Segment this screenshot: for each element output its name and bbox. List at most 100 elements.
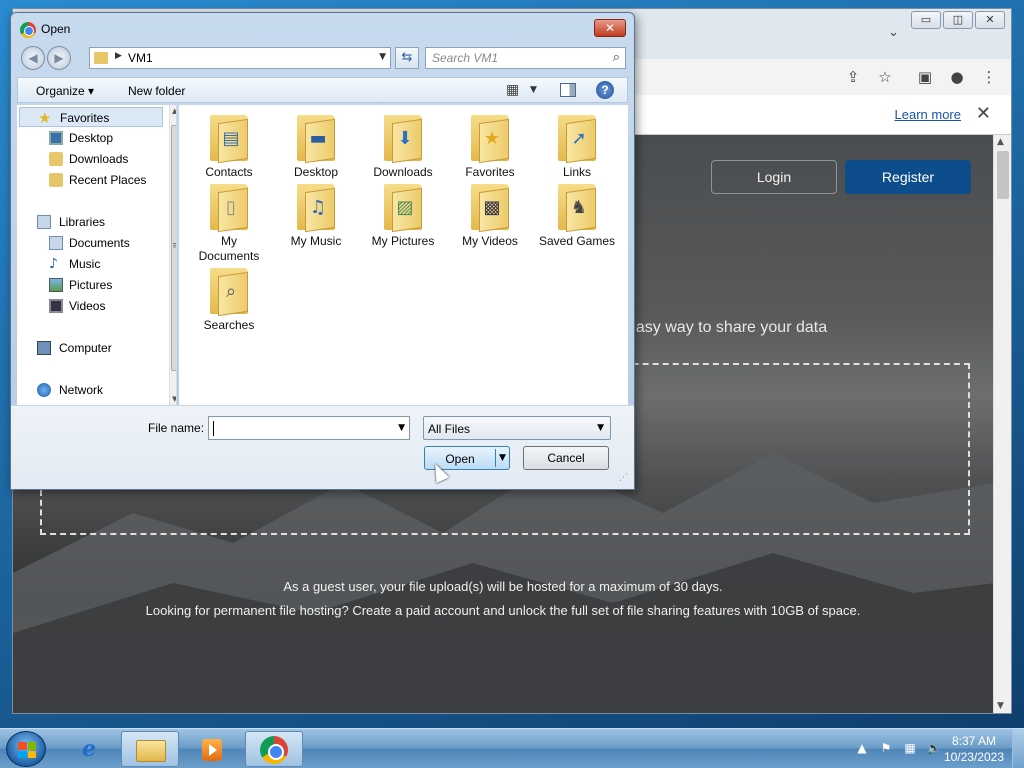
nav-scroll-up-icon[interactable]: ▲ [172, 107, 176, 115]
file-explorer-icon [136, 740, 166, 762]
forward-arrow-icon[interactable]: ▶ [47, 46, 71, 70]
nav-documents[interactable]: Documents [17, 233, 161, 253]
file-type-dropdown-icon[interactable]: ▼ [597, 423, 604, 433]
internet-explorer-icon: e [82, 736, 96, 762]
nav-recent-places[interactable]: Recent Places [17, 170, 161, 190]
refresh-icon[interactable]: ⇆ [395, 47, 419, 69]
file-item[interactable]: ▩ My Videos [450, 184, 530, 249]
register-button[interactable]: Register [845, 160, 971, 194]
nav-libraries[interactable]: Libraries [17, 212, 161, 232]
desktop-folder-icon: ▬ [297, 115, 335, 164]
profile-icon[interactable]: ● [947, 67, 967, 87]
windows-logo-icon [18, 742, 36, 758]
share-icon[interactable]: ⇪ [843, 67, 863, 87]
nav-downloads[interactable]: Downloads [17, 149, 161, 169]
nav-favorites[interactable]: ★ Favorites [19, 107, 163, 127]
resize-grip-icon[interactable]: ⋰ [619, 473, 628, 483]
nav-computer[interactable]: Computer [17, 338, 161, 358]
scroll-up-icon[interactable]: ▲ [997, 137, 1004, 147]
help-icon[interactable]: ? [596, 81, 614, 99]
taskbar-chrome[interactable] [245, 731, 303, 767]
file-item[interactable]: ▨ My Pictures [363, 184, 443, 249]
close-window-button[interactable]: ✕ [975, 11, 1005, 29]
breadcrumb-chevron-icon[interactable]: ▶ [115, 51, 122, 61]
file-item[interactable]: ▤ Contacts [189, 115, 269, 180]
page-scrollbar[interactable]: ▲ ▼ [993, 135, 1011, 713]
preview-pane-icon[interactable] [560, 83, 576, 97]
nav-videos[interactable]: Videos [17, 296, 161, 316]
nav-desktop-label: Desktop [69, 131, 114, 145]
videos-folder-icon: ▩ [471, 184, 509, 233]
navigation-pane: ★ Favorites Desktop Downloads Recent Pla… [17, 105, 177, 405]
action-center-icon[interactable]: ⚑ [878, 741, 894, 755]
file-item-label: Searches [203, 318, 255, 332]
file-item[interactable]: ⬇ Downloads [363, 115, 443, 180]
scroll-down-icon[interactable]: ▼ [997, 701, 1004, 711]
nav-music[interactable]: ♪ Music [17, 254, 161, 274]
documents-icon [49, 236, 63, 250]
taskbar-file-explorer[interactable] [121, 731, 179, 767]
address-dropdown-icon[interactable]: ▼ [379, 52, 386, 62]
file-name-input[interactable] [209, 417, 389, 439]
search-box[interactable]: ⌕ [425, 47, 626, 69]
file-item[interactable]: ★ Favorites [450, 115, 530, 180]
nav-network-label: Network [59, 383, 104, 397]
star-icon: ★ [38, 109, 52, 127]
nav-scrollbar[interactable]: ▲ ≡ ▼ [169, 105, 176, 405]
organize-menu[interactable]: Organize ▾ [36, 84, 94, 98]
taskbar-media-player[interactable] [182, 731, 240, 767]
address-bar[interactable]: ▶ VM1 ▼ [89, 47, 391, 69]
nav-pictures[interactable]: Pictures [17, 275, 161, 295]
menu-icon[interactable]: ⋮ [979, 67, 999, 87]
search-icon[interactable]: ⌕ [613, 50, 620, 65]
bookmark-star-icon[interactable]: ☆ [875, 67, 895, 87]
saved-games-folder-icon: ♞ [558, 184, 596, 233]
view-dropdown-icon[interactable]: ▼ [530, 85, 537, 95]
side-panel-icon[interactable]: ▣ [915, 67, 935, 87]
file-item[interactable]: ♫ My Music [276, 184, 356, 249]
volume-muted-icon[interactable]: 🔈 [926, 741, 942, 755]
browser-caption-buttons: ▭ ◫ ✕ [911, 11, 1005, 29]
file-item-label: My Music [290, 234, 342, 248]
nav-recent-places-label: Recent Places [69, 173, 147, 187]
file-name-dropdown-icon[interactable]: ▼ [398, 423, 405, 433]
nav-documents-label: Documents [69, 236, 130, 250]
clock[interactable]: 8:37 AM 10/23/2023 [944, 733, 1004, 765]
dialog-close-button[interactable]: ✕ [594, 19, 626, 37]
system-tray: ▲ ⚑ ▦ 🔈 [854, 741, 942, 755]
file-item[interactable]: ♞ Saved Games [537, 184, 617, 249]
nav-desktop[interactable]: Desktop [17, 128, 161, 148]
scroll-thumb[interactable] [997, 151, 1009, 199]
file-item[interactable]: ▯ My Documents [189, 184, 269, 264]
cancel-button[interactable]: Cancel [523, 446, 609, 470]
login-button[interactable]: Login [711, 160, 837, 194]
file-type-select[interactable]: All Files ▼ [423, 416, 611, 440]
tab-search-chevron-icon[interactable]: ⌄ [888, 25, 899, 40]
nav-scroll-down-icon[interactable]: ▼ [172, 395, 176, 403]
learn-more-link-text[interactable]: Learn more [895, 107, 961, 122]
dialog-title: Open [41, 22, 71, 36]
file-item[interactable]: ▬ Desktop [276, 115, 356, 180]
chrome-icon [20, 22, 36, 38]
breadcrumb-vm1[interactable]: VM1 [128, 51, 153, 65]
tagline-text: easy way to share your data [627, 319, 828, 336]
file-name-combobox[interactable]: ▼ [208, 416, 410, 440]
show-hidden-icons-icon[interactable]: ▲ [854, 741, 870, 755]
file-item[interactable]: ➚ Links [537, 115, 617, 180]
nav-network[interactable]: Network [17, 380, 161, 400]
network-status-icon[interactable]: ▦ [902, 741, 918, 755]
taskbar-internet-explorer[interactable]: e [60, 731, 118, 767]
start-button[interactable] [6, 731, 46, 767]
new-folder-button[interactable]: New folder [128, 84, 185, 98]
show-desktop-button[interactable] [1012, 729, 1024, 768]
file-name-label: File name: [148, 421, 205, 435]
search-input[interactable] [426, 48, 596, 68]
file-item[interactable]: ⌕ Searches [189, 268, 269, 333]
maximize-button[interactable]: ◫ [943, 11, 973, 29]
back-arrow-icon[interactable]: ◀ [21, 46, 45, 70]
minimize-button[interactable]: ▭ [911, 11, 941, 29]
file-item-label: Contacts [205, 165, 253, 179]
change-view-icon[interactable]: ▦ [506, 82, 519, 98]
open-options-dropdown-icon[interactable]: ▼ [499, 453, 506, 463]
infobar-close-icon[interactable]: ✕ [976, 103, 991, 124]
